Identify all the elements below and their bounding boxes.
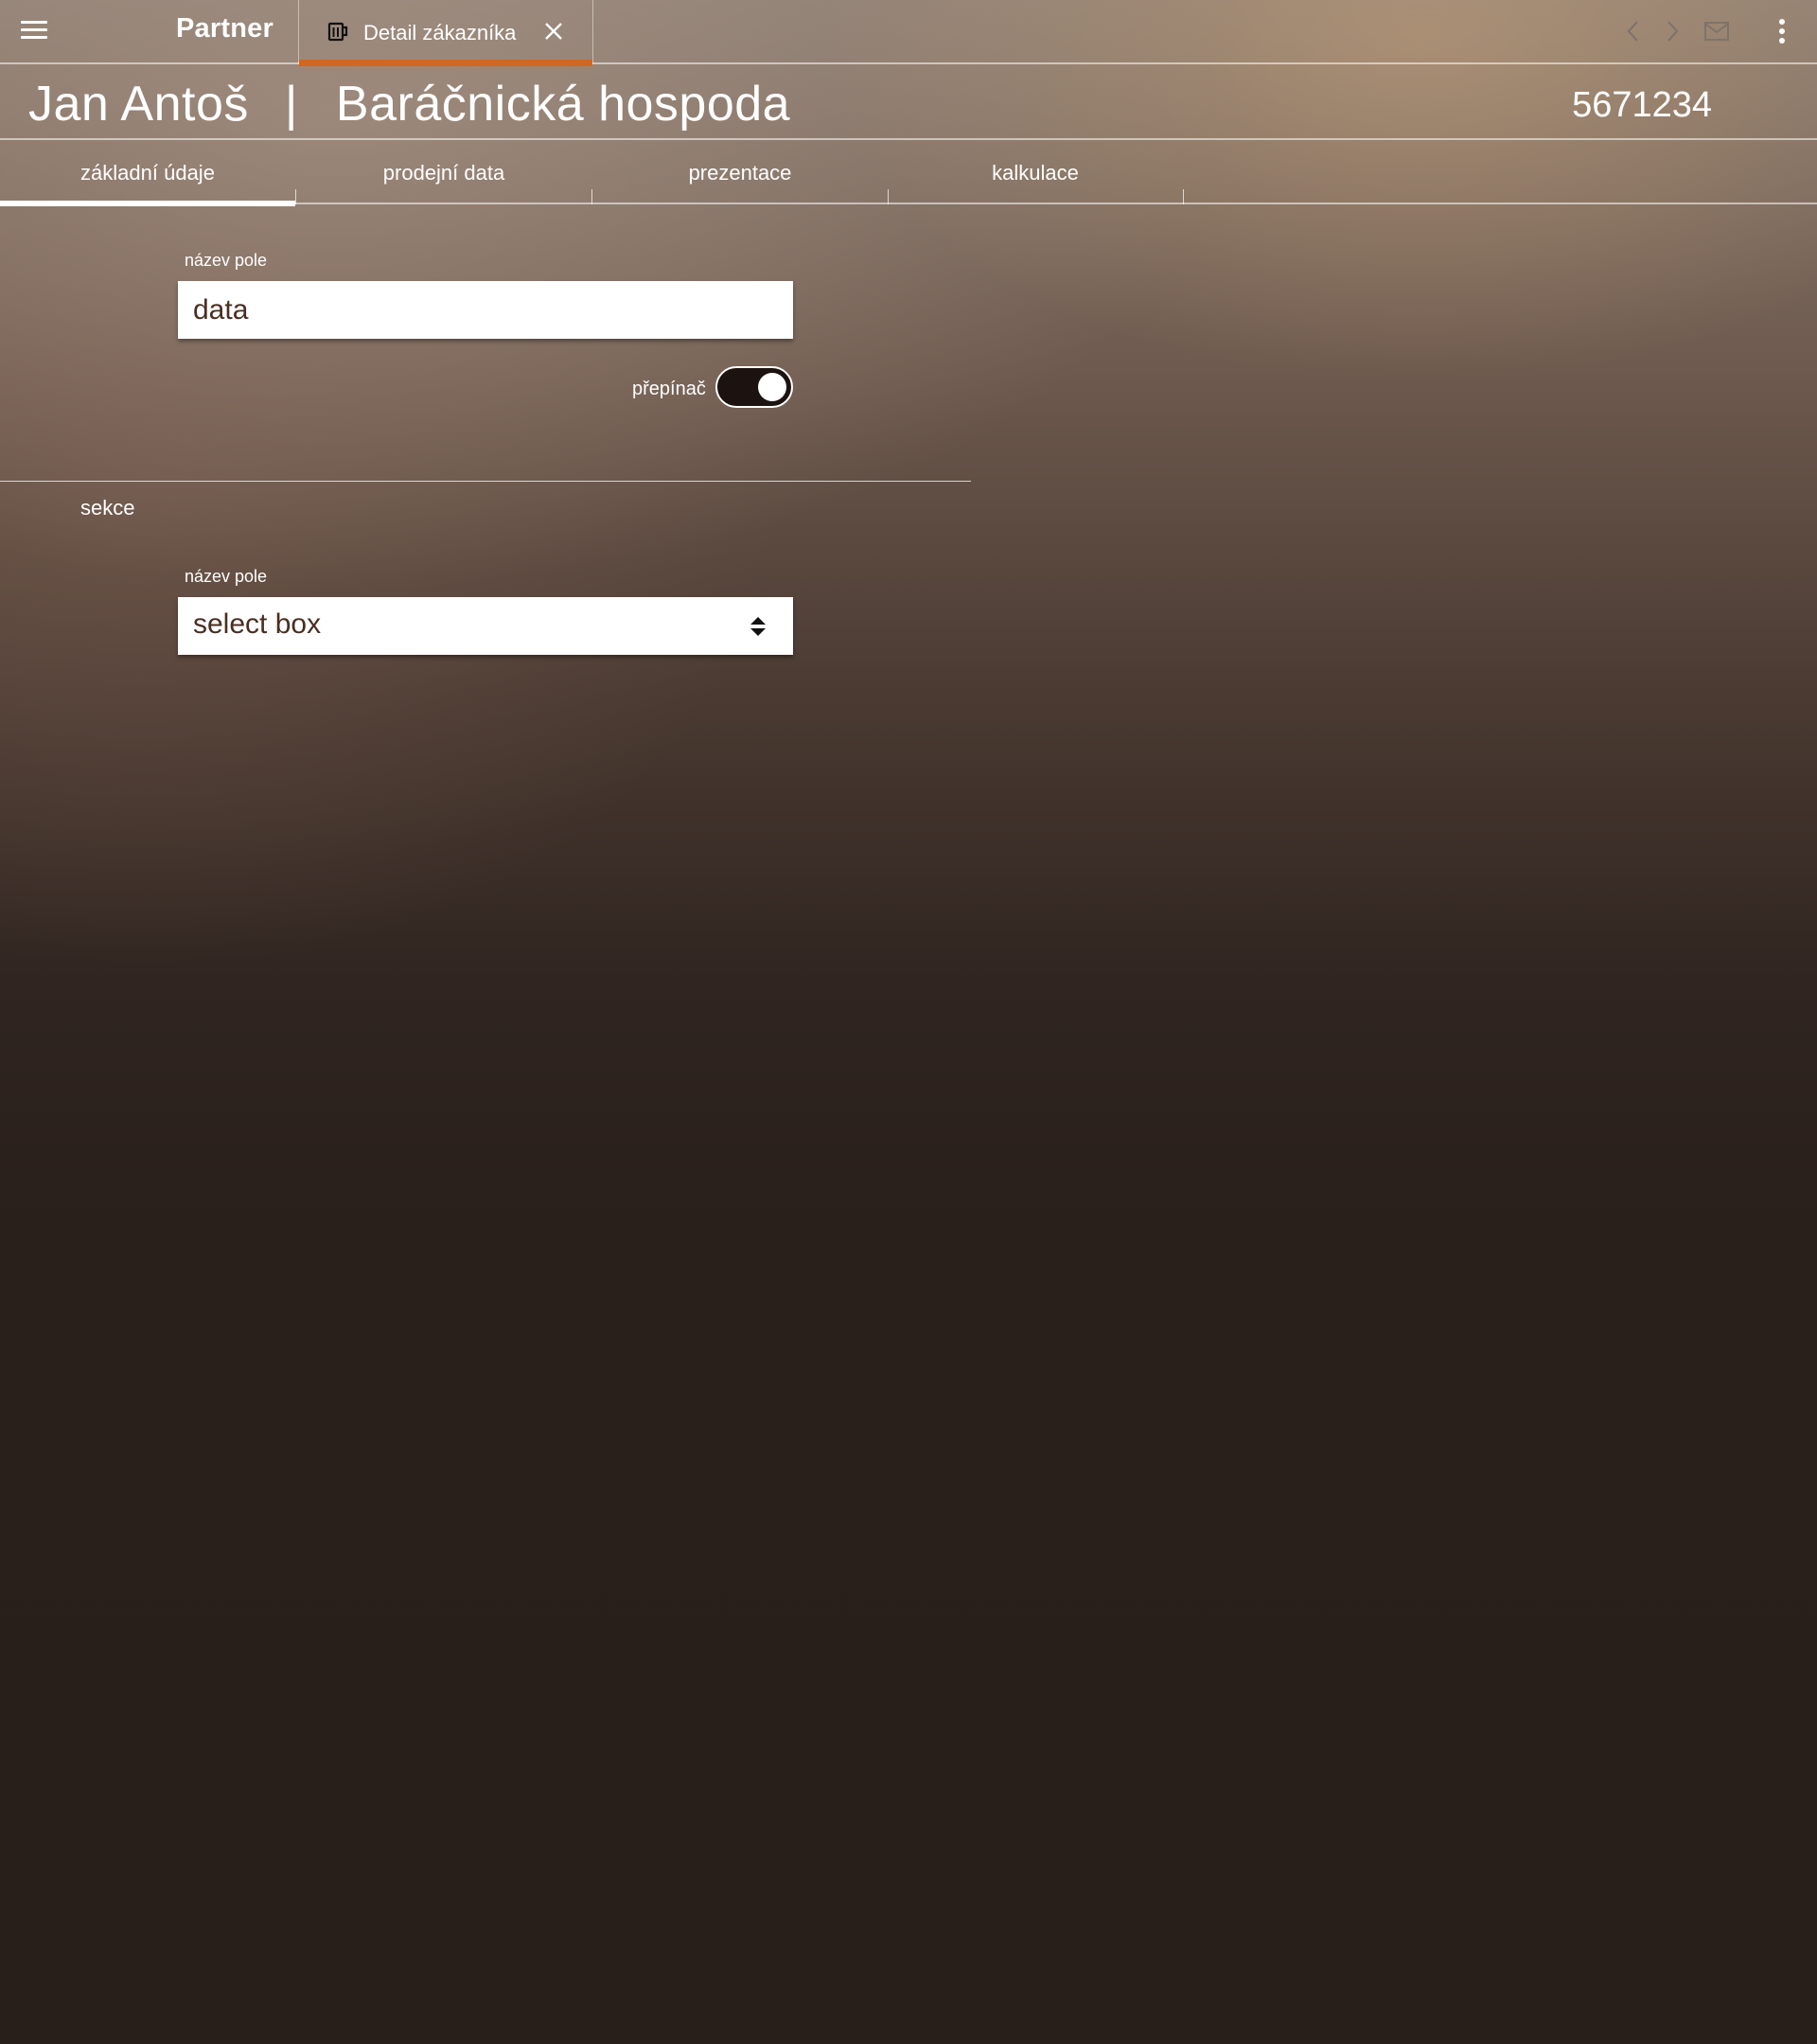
customer-id: 5671234: [1572, 85, 1712, 125]
select-box[interactable]: select box: [178, 597, 793, 655]
tab-divider: [1183, 189, 1184, 204]
chevron-left-icon[interactable]: [1624, 19, 1643, 44]
section-tabs: základní údaje prodejní data prezentace …: [0, 142, 1817, 206]
section-title: sekce: [80, 496, 135, 520]
document-tab-label: Detail zákazníka: [363, 21, 517, 44]
active-tab-indicator: [0, 201, 295, 206]
select-value: select box: [193, 608, 322, 640]
tab-label: prezentace: [688, 161, 792, 185]
section-divider: [0, 481, 971, 482]
tab-presentation[interactable]: prezentace: [592, 142, 889, 204]
field-label: název pole: [185, 251, 268, 270]
menu-icon[interactable]: [21, 19, 49, 42]
beer-mug-icon: [327, 22, 348, 42]
tab-label: základní údaje: [80, 161, 215, 185]
more-vertical-icon[interactable]: [1775, 17, 1789, 45]
field-label: název pole: [185, 567, 268, 586]
company-name: Baráčnická hospoda: [335, 77, 791, 132]
tab-calculation[interactable]: kalkulace: [888, 142, 1184, 204]
text-field[interactable]: [178, 281, 793, 339]
tab-sales-data[interactable]: prodejní data: [296, 142, 592, 204]
tab-label: kalkulace: [992, 161, 1079, 185]
top-bar: Partner Detail zákazníka: [0, 0, 1817, 66]
tab-label: prodejní data: [382, 161, 505, 185]
tab-basic-info[interactable]: základní údaje: [0, 142, 296, 206]
toggle-switch[interactable]: [715, 366, 793, 408]
chevron-right-icon[interactable]: [1663, 19, 1682, 44]
close-icon[interactable]: [543, 21, 564, 42]
customer-title: Jan Antoš | Baráčnická hospoda: [28, 76, 790, 132]
mail-icon[interactable]: [1703, 21, 1730, 42]
contact-name: Jan Antoš: [28, 77, 249, 132]
document-tab-customer-detail[interactable]: Detail zákazníka: [298, 0, 593, 66]
sort-arrows-icon: [750, 617, 766, 636]
toggle-knob: [758, 373, 786, 401]
toggle-label: přepínač: [632, 379, 706, 399]
customer-header: Jan Antoš | Baráčnická hospoda 5671234: [0, 64, 1817, 140]
title-separator: |: [284, 77, 298, 132]
app-brand: Partner: [176, 13, 273, 44]
